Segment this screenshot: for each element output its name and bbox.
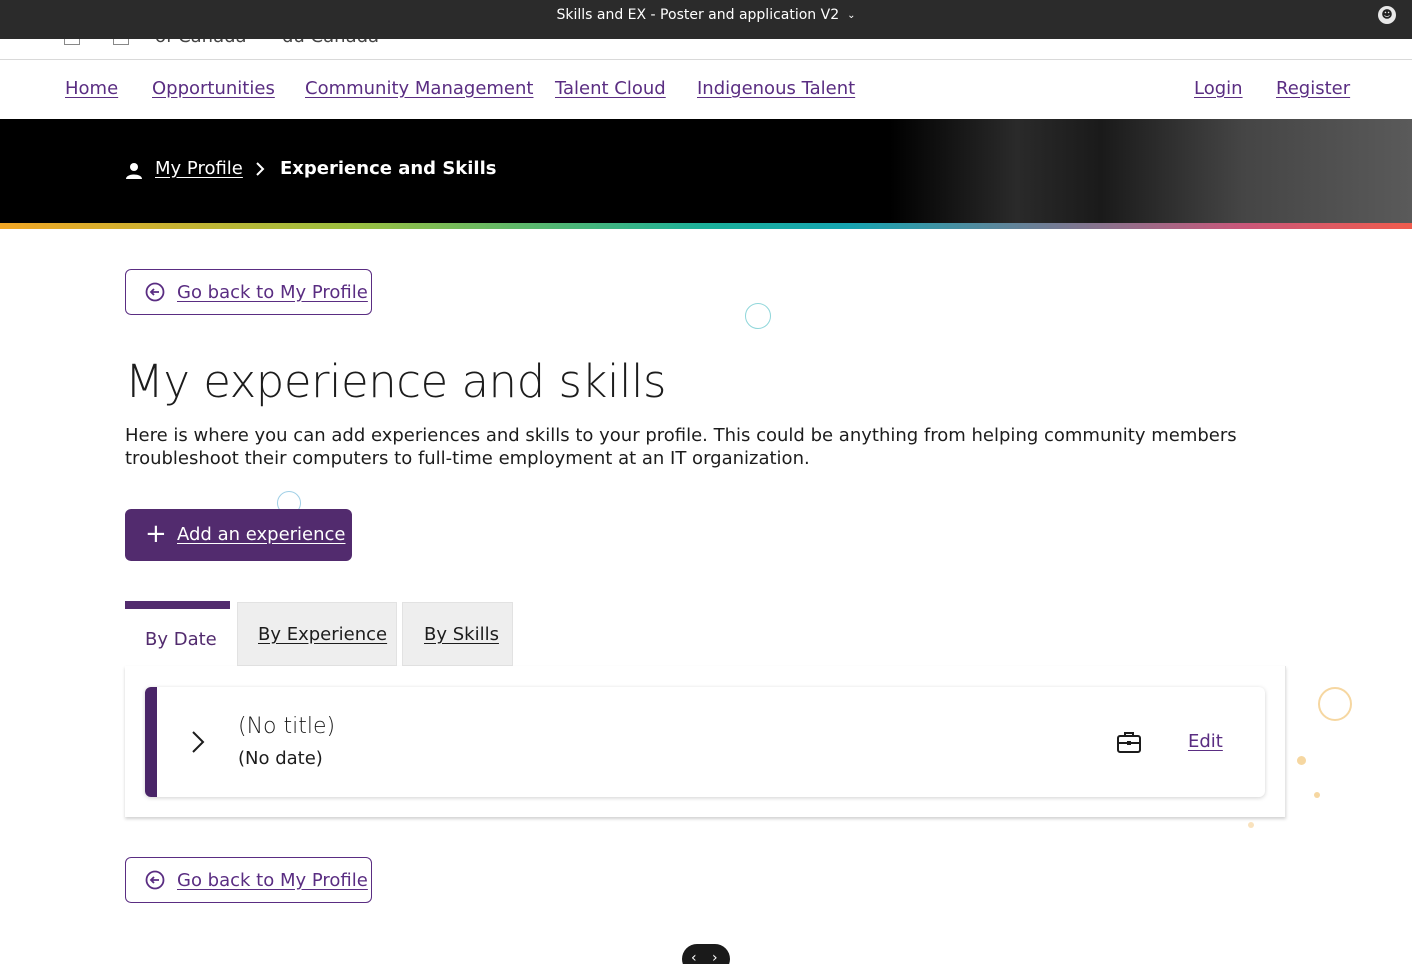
register-link[interactable]: Register: [1276, 78, 1350, 99]
go-back-button-top[interactable]: Go back to My Profile: [125, 269, 372, 315]
nav-opportunities[interactable]: Opportunities: [152, 78, 275, 99]
decorative-dot: [1297, 756, 1306, 765]
page-title: My experience and skills: [125, 355, 666, 408]
go-back-button-bottom[interactable]: Go back to My Profile: [125, 857, 372, 903]
tab-label: By Date: [145, 629, 217, 650]
flag-icon: [64, 39, 80, 45]
experience-title: (No title): [238, 714, 336, 739]
chevron-right-icon: [256, 162, 265, 176]
tab-label: By Skills: [424, 624, 499, 645]
arrow-left-circle-icon: [145, 282, 165, 302]
edit-experience-link[interactable]: Edit: [1188, 731, 1223, 752]
main-navigation: Home Opportunities Community Management …: [0, 60, 1412, 119]
plus-icon: +: [145, 519, 167, 549]
person-icon: [126, 163, 142, 179]
go-back-label: Go back to My Profile: [177, 870, 368, 891]
decorative-dot: [1314, 792, 1320, 798]
chevron-left-icon[interactable]: ‹: [691, 950, 697, 964]
tab-label: By Experience: [258, 624, 388, 645]
login-link[interactable]: Login: [1194, 78, 1243, 99]
profile-avatar-icon[interactable]: ☻: [1378, 6, 1396, 24]
go-back-label: Go back to My Profile: [177, 282, 368, 303]
nav-community-management[interactable]: Community Management: [305, 78, 533, 99]
tab-by-date[interactable]: By Date: [125, 601, 230, 667]
browser-title-bar: Skills and EX - Poster and application V…: [0, 0, 1412, 39]
experience-date: (No date): [238, 748, 323, 769]
breadcrumb-my-profile[interactable]: My Profile: [155, 158, 243, 179]
nav-home[interactable]: Home: [65, 78, 118, 99]
window-title-text: Skills and EX - Poster and application V…: [556, 7, 840, 23]
nav-indigenous-talent[interactable]: Indigenous Talent: [697, 78, 855, 99]
briefcase-icon: [1117, 732, 1141, 753]
chevron-right-icon[interactable]: [189, 729, 207, 755]
tab-by-experience[interactable]: By Experience: [237, 602, 397, 666]
tab-by-skills[interactable]: By Skills: [402, 602, 513, 666]
government-header: of Canada du Canada: [0, 39, 1412, 60]
breadcrumb-current: Experience and Skills: [280, 158, 497, 179]
flag-icon: [113, 39, 129, 45]
window-title[interactable]: Skills and EX - Poster and application V…: [0, 7, 1412, 23]
decorative-circle: [745, 303, 771, 329]
page-description: Here is where you can add experiences an…: [125, 425, 1237, 469]
gov-wordmark-fr: du Canada: [282, 39, 379, 47]
chevron-right-icon[interactable]: ›: [712, 950, 718, 964]
add-experience-button[interactable]: + Add an experience: [125, 509, 352, 561]
main-content: Go back to My Profile My experience and …: [0, 229, 1412, 964]
gov-wordmark-en: of Canada: [155, 39, 247, 47]
nav-talent-cloud[interactable]: Talent Cloud: [555, 78, 666, 99]
slide-navigation[interactable]: ‹ ›: [682, 944, 730, 964]
decorative-dot: [1248, 822, 1254, 828]
arrow-left-circle-icon: [145, 870, 165, 890]
add-experience-label: Add an experience: [177, 524, 346, 545]
card-accent-bar: [145, 687, 157, 797]
decorative-circle: [1318, 687, 1352, 721]
experience-card: (No title) (No date) Edit: [145, 687, 1265, 797]
chevron-down-icon: ⌄: [847, 10, 856, 21]
